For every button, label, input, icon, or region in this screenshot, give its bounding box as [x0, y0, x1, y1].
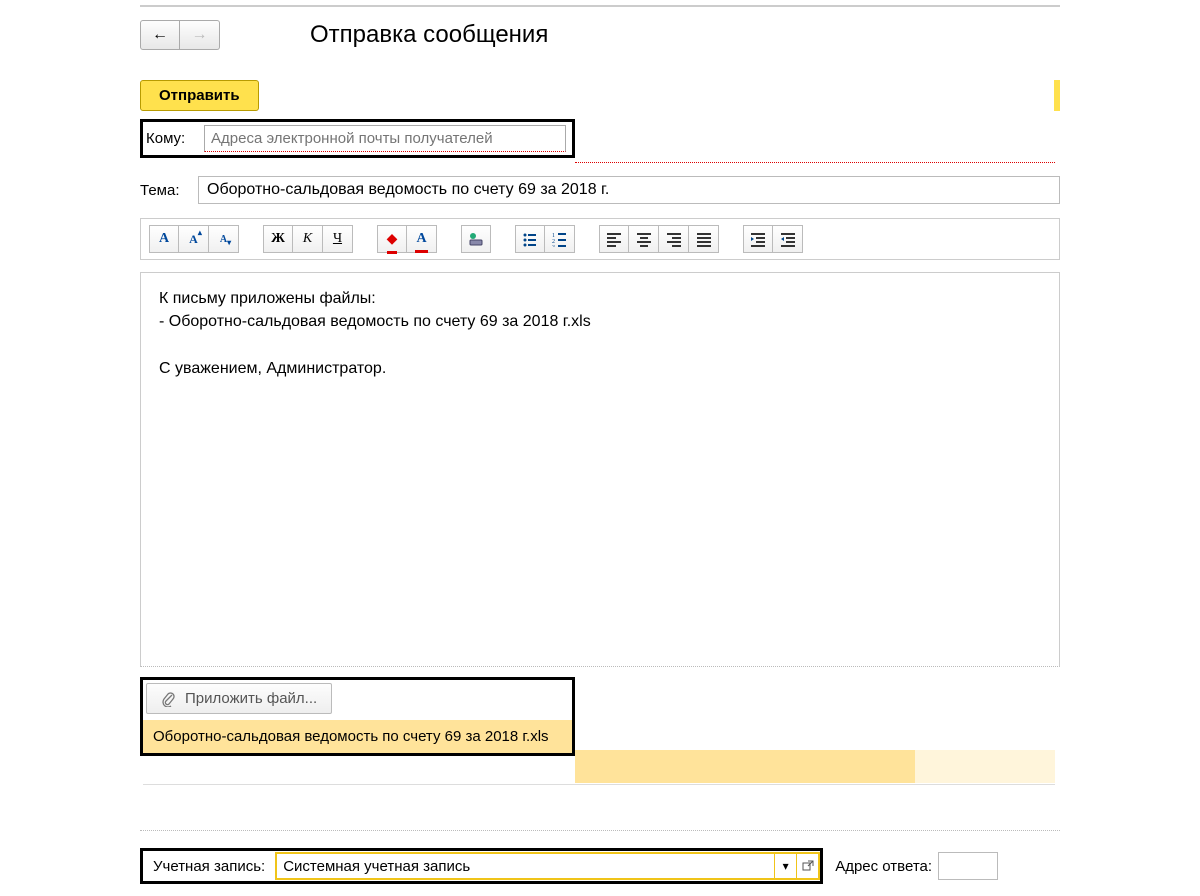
italic-button[interactable]: К	[293, 225, 323, 253]
back-button[interactable]: ←	[140, 20, 180, 50]
insert-link-button[interactable]	[461, 225, 491, 253]
align-justify-button[interactable]	[689, 225, 719, 253]
forward-button[interactable]: →	[180, 20, 220, 50]
message-body[interactable]: К письму приложены файлы: - Оборотно-сал…	[140, 272, 1060, 667]
font-color-button[interactable]: A	[149, 225, 179, 253]
page-title: Отправка сообщения	[310, 21, 548, 49]
reply-address-label: Адрес ответа:	[835, 858, 932, 875]
to-label: Кому:	[146, 130, 196, 147]
paperclip-icon	[161, 691, 175, 707]
account-open-button[interactable]	[796, 854, 818, 878]
align-left-button[interactable]	[599, 225, 629, 253]
align-center-icon	[636, 231, 652, 247]
nav-buttons: ← →	[140, 20, 220, 50]
text-color-button[interactable]: A	[407, 225, 437, 253]
align-right-button[interactable]	[659, 225, 689, 253]
accent-bar	[1054, 80, 1060, 111]
font-bigger-button[interactable]: A▴	[179, 225, 209, 253]
align-right-icon	[666, 231, 682, 247]
indent-button[interactable]	[743, 225, 773, 253]
underline-button[interactable]: Ч	[323, 225, 353, 253]
bold-button[interactable]: Ж	[263, 225, 293, 253]
bullet-list-button[interactable]	[515, 225, 545, 253]
format-toolbar: A A▴ A▾ Ж К Ч ◆ A 123	[140, 218, 1060, 260]
align-left-icon	[606, 231, 622, 247]
indent-icon	[750, 231, 766, 247]
open-icon	[802, 860, 814, 872]
link-icon	[468, 231, 484, 247]
account-dropdown-button[interactable]: ▾	[774, 854, 796, 878]
highlight-button[interactable]: ◆	[377, 225, 407, 253]
subject-label: Тема:	[140, 182, 190, 199]
align-justify-icon	[696, 231, 712, 247]
account-label: Учетная запись:	[147, 858, 271, 875]
outdent-button[interactable]	[773, 225, 803, 253]
subject-input[interactable]	[198, 176, 1060, 204]
font-smaller-button[interactable]: A▾	[209, 225, 239, 253]
attachment-row-ext	[575, 750, 1055, 783]
reply-address-input[interactable]	[938, 852, 998, 880]
send-button[interactable]: Отправить	[140, 80, 259, 111]
to-input[interactable]	[204, 125, 566, 152]
numbered-list-icon: 123	[552, 231, 568, 247]
attach-file-button[interactable]: Приложить файл...	[146, 683, 332, 714]
attachment-item[interactable]: Оборотно-сальдовая ведомость по счету 69…	[143, 720, 572, 753]
align-center-button[interactable]	[629, 225, 659, 253]
account-select[interactable]	[277, 854, 774, 878]
outdent-icon	[780, 231, 796, 247]
bullet-list-icon	[522, 231, 538, 247]
svg-text:3: 3	[552, 245, 555, 247]
numbered-list-button[interactable]: 123	[545, 225, 575, 253]
